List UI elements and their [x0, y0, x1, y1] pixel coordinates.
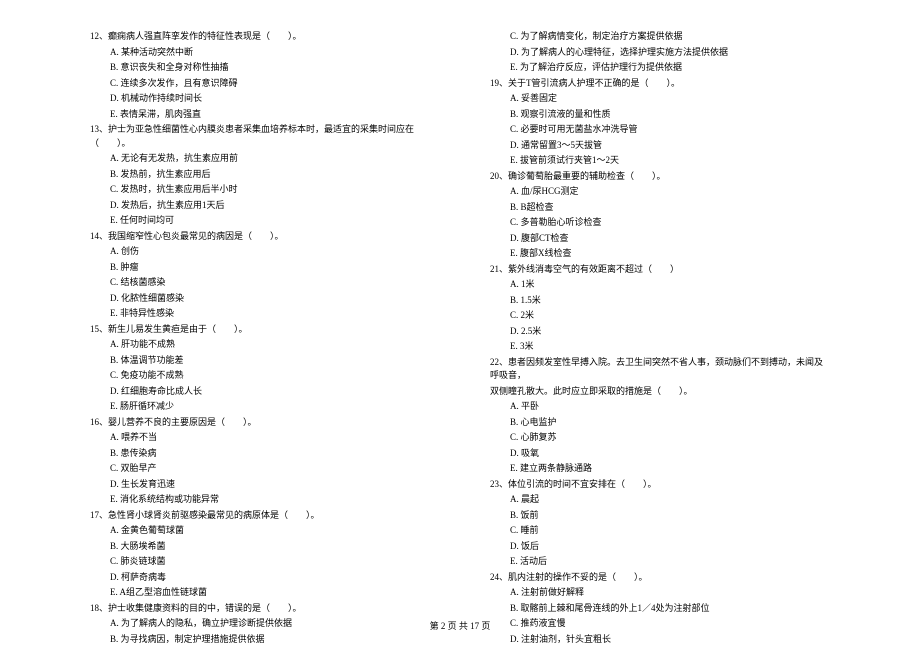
answer-option: B. 饭前	[510, 509, 830, 523]
answer-option: A. 注射前做好解释	[510, 586, 830, 600]
answer-option: B. 肿瘤	[110, 261, 430, 275]
answer-option: D. 饭后	[510, 540, 830, 554]
answer-option: D. 吸氧	[510, 447, 830, 461]
answer-option: E. 活动后	[510, 555, 830, 569]
answer-option: C. 为了解病情变化，制定治疗方案提供依据	[510, 30, 830, 44]
answer-option: B. 患传染病	[110, 447, 430, 461]
answer-option: D. 注射油剂，针头宜粗长	[510, 633, 830, 647]
answer-option: E. 为了解治疗反应，评估护理行为提供依据	[510, 61, 830, 75]
question-continuation: 双侧瞳孔散大。此时应立即采取的措施是（ ）。	[490, 385, 830, 399]
answer-option: A. 无论有无发热，抗生素应用前	[110, 152, 430, 166]
answer-option: B. 大肠埃希菌	[110, 540, 430, 554]
answer-option: D. 为了解病人的心理特征，选择护理实施方法提供依据	[510, 46, 830, 60]
answer-option: C. 结核菌感染	[110, 276, 430, 290]
left-column: 12、癫痫病人强直阵挛发作的特征性表现是（ ）。 A. 某种活动突然中断B. 意识…	[90, 30, 430, 648]
answer-option: E. 腹部X线检查	[510, 247, 830, 261]
question-text: 23、体位引流的时间不宜安排在（ ）。	[490, 478, 830, 492]
answer-option: B. 1.5米	[510, 294, 830, 308]
answer-option: D. 红细胞寿命比成人长	[110, 385, 430, 399]
answer-option: A. 某种活动突然中断	[110, 46, 430, 60]
answer-option: D. 腹部CT检查	[510, 232, 830, 246]
answer-option: D. 生长发育迅速	[110, 478, 430, 492]
answer-option: C. 免疫功能不成熟	[110, 369, 430, 383]
answer-option: B. 心电监护	[510, 416, 830, 430]
answer-option: E. 建立两条静脉通路	[510, 462, 830, 476]
answer-option: A. 晨起	[510, 493, 830, 507]
answer-option: C. 心肺复苏	[510, 431, 830, 445]
question-text: 15、新生儿易发生黄疸是由于（ ）。	[90, 323, 430, 337]
answer-option: A. 喂养不当	[110, 431, 430, 445]
right-column: C. 为了解病情变化，制定治疗方案提供依据 D. 为了解病人的心理特征，选择护理实…	[490, 30, 830, 648]
question-text: 24、肌内注射的操作不妥的是（ ）。	[490, 571, 830, 585]
answer-option: D. 发热后，抗生素应用1天后	[110, 199, 430, 213]
answer-option: D. 通常留置3～5天拔管	[510, 139, 830, 153]
answer-option: A. 创伤	[110, 245, 430, 259]
answer-option: B. 意识丧失和全身对称性抽搐	[110, 61, 430, 75]
answer-option: B. 发热前，抗生素应用后	[110, 168, 430, 182]
question-text: 14、我国缩窄性心包炎最常见的病因是（ ）。	[90, 230, 430, 244]
answer-option: C. 发热时，抗生素应用后半小时	[110, 183, 430, 197]
answer-option: E. 3米	[510, 340, 830, 354]
question-text: 16、婴儿营养不良的主要原因是（ ）。	[90, 416, 430, 430]
answer-option: B. 观察引流液的量和性质	[510, 108, 830, 122]
question-text: 22、患者因频发室性早搏入院。去卫生间突然不省人事，颈动脉们不到搏动，未闻及呼吸…	[490, 356, 830, 383]
answer-option: D. 化脓性细菌感染	[110, 292, 430, 306]
answer-option: B. 为寻找病因，制定护理措施提供依据	[110, 633, 430, 647]
answer-option: C. 睡前	[510, 524, 830, 538]
answer-option: B. 体温调节功能差	[110, 354, 430, 368]
answer-option: C. 多普勒胎心听诊检查	[510, 216, 830, 230]
answer-option: D. 机械动作持续时间长	[110, 92, 430, 106]
question-text: 13、护士为亚急性细菌性心内膜炎患者采集血培养标本时，最适宜的采集时间应在（ ）…	[90, 123, 430, 150]
answer-option: D. 柯萨奇病毒	[110, 571, 430, 585]
question-text: 20、确诊葡萄胎最重要的辅助检查（ ）。	[490, 170, 830, 184]
question-text: 18、护士收集健康资料的目的中，错误的是（ ）。	[90, 602, 430, 616]
answer-option: E. 拔管前须试行夹管1～2天	[510, 154, 830, 168]
answer-option: D. 2.5米	[510, 325, 830, 339]
answer-option: A. 妥善固定	[510, 92, 830, 106]
answer-option: A. 血/尿HCG测定	[510, 185, 830, 199]
answer-option: E. A组乙型溶血性链球菌	[110, 586, 430, 600]
question-text: 19、关于T管引流病人护理不正确的是（ ）。	[490, 77, 830, 91]
question-text: 17、急性肾小球肾炎前驱感染最常见的病原体是（ ）。	[90, 509, 430, 523]
answer-option: E. 肠肝循环减少	[110, 400, 430, 414]
answer-option: C. 必要时可用无菌盐水冲洗导管	[510, 123, 830, 137]
answer-option: E. 消化系统结构或功能异常	[110, 493, 430, 507]
answer-option: C. 肺炎链球菌	[110, 555, 430, 569]
answer-option: A. 肝功能不成熟	[110, 338, 430, 352]
answer-option: B. 取髂前上棘和尾骨连线的外上1／4处为注射部位	[510, 602, 830, 616]
answer-option: C. 连续多次发作，且有意识障碍	[110, 77, 430, 91]
page-footer: 第 2 页 共 17 页	[0, 619, 920, 632]
answer-option: C. 双胎早产	[110, 462, 430, 476]
answer-option: A. 1米	[510, 278, 830, 292]
answer-option: B. B超检查	[510, 201, 830, 215]
question-text: 21、紫外线消毒空气的有效距离不超过（ ）	[490, 263, 830, 277]
question-text: 12、癫痫病人强直阵挛发作的特征性表现是（ ）。	[90, 30, 430, 44]
answer-option: E. 非特异性感染	[110, 307, 430, 321]
answer-option: A. 平卧	[510, 400, 830, 414]
answer-option: C. 2米	[510, 309, 830, 323]
answer-option: E. 表情呆滞，肌肉强直	[110, 108, 430, 122]
answer-option: A. 金黄色葡萄球菌	[110, 524, 430, 538]
answer-option: E. 任何时间均可	[110, 214, 430, 228]
